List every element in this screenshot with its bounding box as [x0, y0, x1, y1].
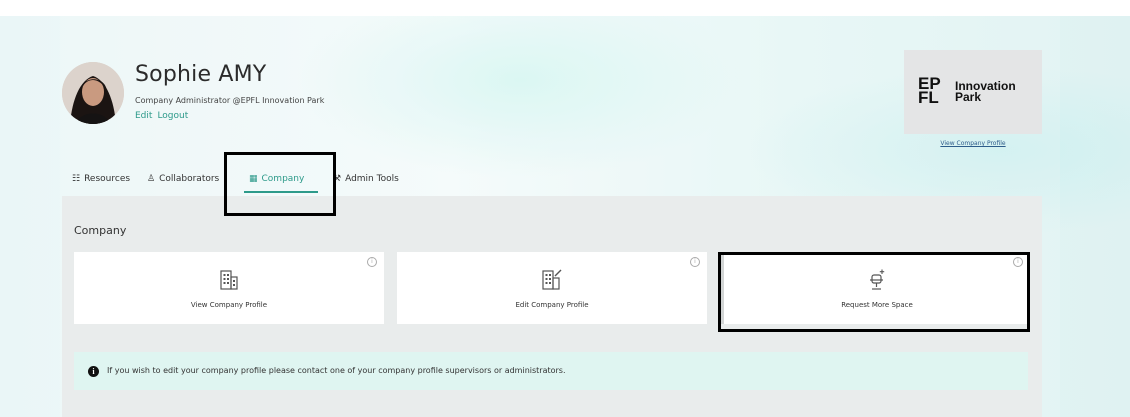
view-company-profile-card[interactable]: i View Company Profile [74, 252, 384, 324]
tab-label: Collaborators [159, 174, 220, 184]
tab-label: Resources [84, 174, 131, 184]
info-circle-icon: i [88, 366, 99, 377]
user-icon: ♙ [147, 174, 156, 184]
info-notice: i If you wish to edit your company profi… [74, 352, 1028, 390]
logout-link[interactable]: Logout [157, 111, 188, 121]
card-label: View Company Profile [190, 301, 268, 309]
tab-admin-tools[interactable]: ⚒ Admin Tools [333, 174, 399, 184]
highlight-box-request-space [718, 252, 1030, 332]
logo-mark: EP FL [918, 74, 941, 107]
section-title: Company [74, 224, 127, 237]
building-edit-icon [542, 269, 562, 290]
user-links: Edit Logout [135, 111, 193, 121]
edit-link[interactable]: Edit [135, 111, 152, 121]
tab-collaborators[interactable]: ♙ Collaborators [147, 174, 219, 184]
notice-text: If you wish to edit your company profile… [107, 366, 566, 375]
tab-resources[interactable]: ☷ Resources [72, 174, 130, 184]
avatar-photo [62, 62, 124, 124]
card-label: Edit Company Profile [515, 301, 589, 309]
tab-label: Admin Tools [345, 174, 399, 184]
edit-company-profile-card[interactable]: i Edit Company Profile [397, 252, 707, 324]
info-icon[interactable]: i [690, 257, 700, 267]
avatar [62, 62, 124, 124]
user-role: Company Administrator @EPFL Innovation P… [135, 96, 325, 105]
grid-icon: ☷ [72, 174, 81, 184]
building-icon [220, 270, 238, 290]
company-logo: EP FL Innovation Park [904, 50, 1042, 134]
user-name: Sophie AMY [135, 62, 267, 87]
highlight-box-company-tab [224, 152, 336, 216]
logo-wordmark: Innovation Park [955, 79, 1016, 104]
view-company-profile-link[interactable]: View Company Profile [904, 140, 1042, 147]
info-icon[interactable]: i [367, 257, 377, 267]
top-margin [0, 0, 1130, 16]
